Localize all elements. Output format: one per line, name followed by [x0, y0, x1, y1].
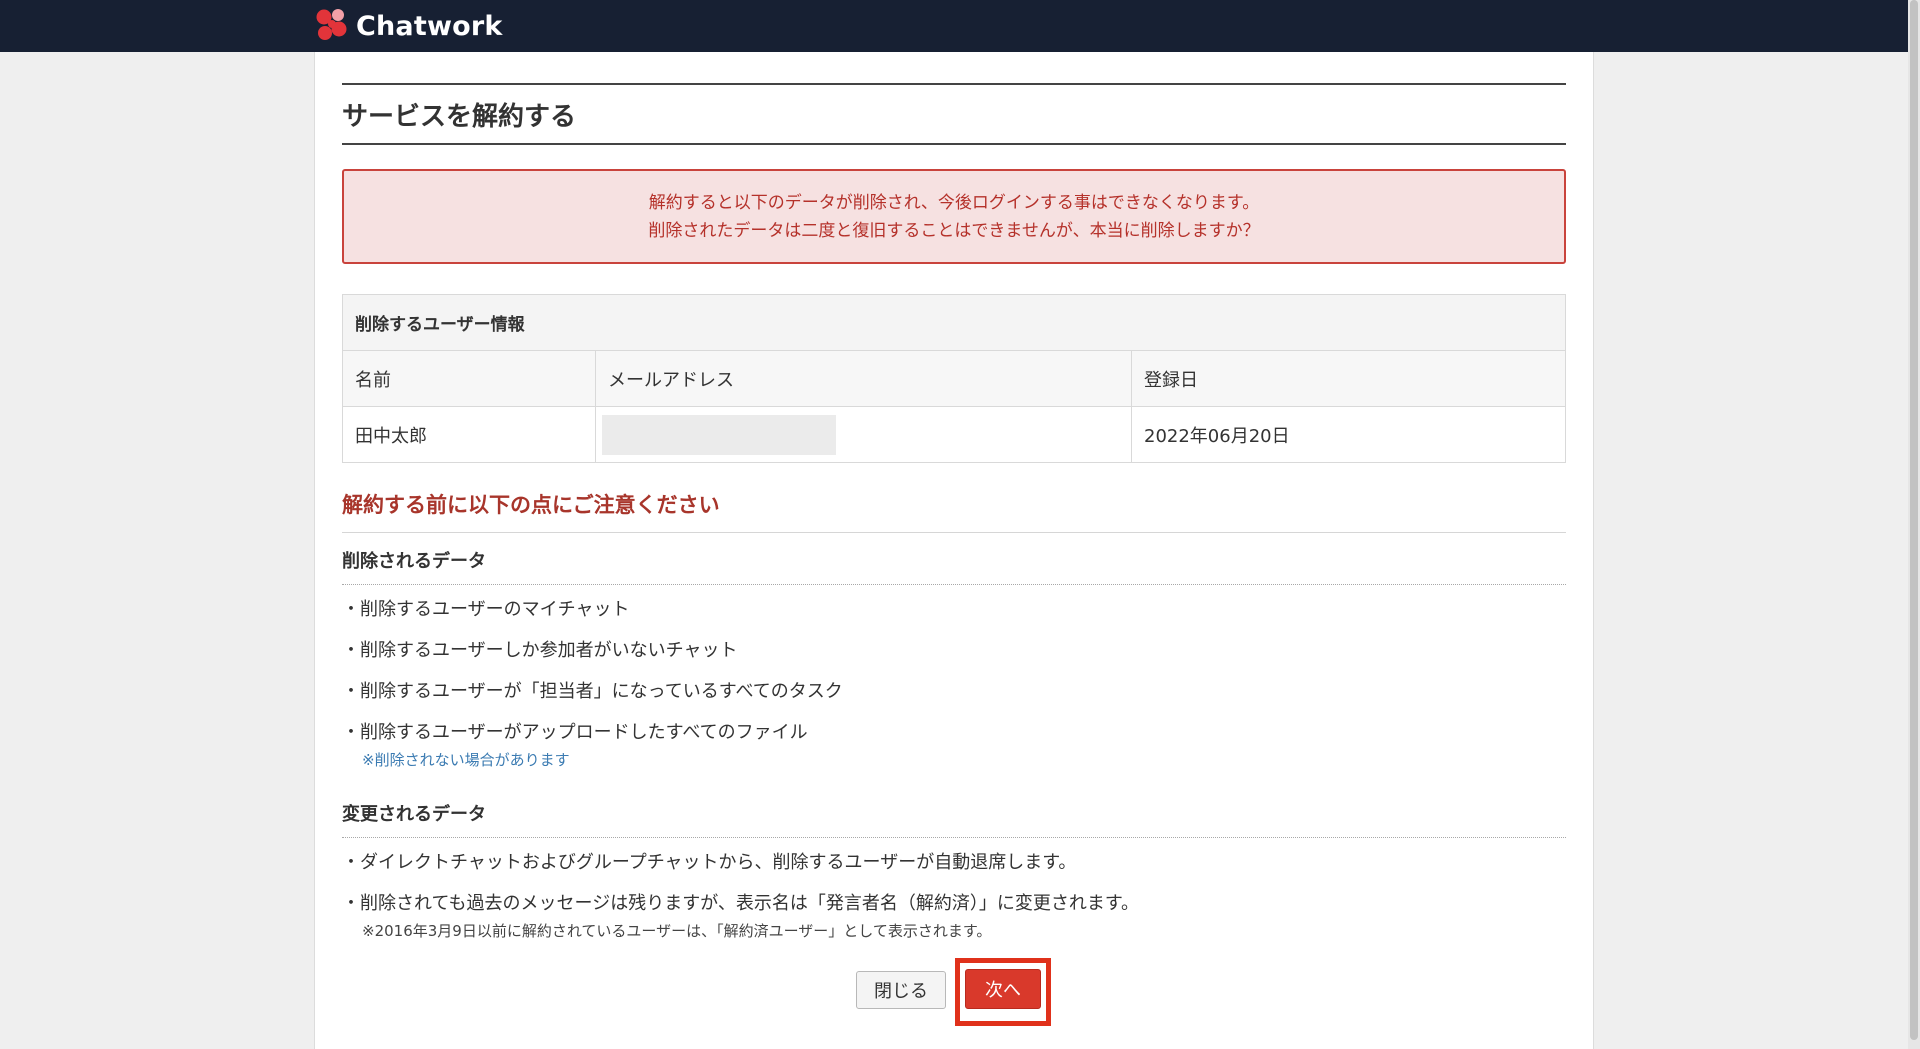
list-item: ・削除するユーザーのマイチャット: [342, 599, 630, 620]
deletion-exception-note[interactable]: ※削除されない場合があります: [362, 749, 1586, 770]
chatwork-logo[interactable]: Chatwork: [312, 6, 503, 46]
app-header: Chatwork: [0, 0, 1908, 52]
chatwork-flower-icon: [312, 4, 352, 48]
list-item: ・削除するユーザーしか参加者がいないチャット: [342, 640, 738, 661]
list-item: ・削除するユーザーがアップロードしたすべてのファイル: [342, 722, 808, 743]
user-info-table: 削除するユーザー情報 名前 メールアドレス 登録日 田中太郎 2022年06月2…: [342, 294, 1566, 463]
content-panel: サービスを解約する 解約すると以下のデータが削除され、今後ログインする事はできな…: [314, 52, 1594, 1049]
column-header-registered: 登録日: [1131, 350, 1566, 407]
user-name-cell: 田中太郎: [342, 406, 596, 463]
dotted-divider: [342, 837, 1566, 838]
list-item: ・削除されても過去のメッセージは残りますが、表示名は「発言者名（解約済）」に変更…: [342, 893, 1140, 914]
column-header-email: メールアドレス: [595, 350, 1132, 407]
table-row: 田中太郎 2022年06月20日: [342, 406, 1566, 463]
list-item: ・ダイレクトチャットおよびグループチャットから、削除するユーザーが自動退席します…: [342, 852, 1077, 873]
close-button[interactable]: 閉じる: [856, 971, 946, 1009]
column-header-name: 名前: [342, 350, 596, 407]
page-scrollbar[interactable]: [1908, 0, 1920, 1049]
dotted-divider: [342, 584, 1566, 585]
registered-date-cell: 2022年06月20日: [1131, 406, 1566, 463]
title-section: サービスを解約する: [342, 83, 1566, 145]
alert-line-1: 解約すると以下のデータが削除され、今後ログインする事はできなくなります。: [648, 193, 1260, 213]
caution-heading: 解約する前に以下の点にご注意ください: [342, 493, 720, 517]
legacy-user-note: ※2016年3月9日以前に解約されているユーザーは、「解約済ユーザー」として表示…: [362, 922, 992, 940]
user-email-cell: [595, 406, 1132, 463]
brand-name: Chatwork: [356, 10, 503, 42]
page-title: サービスを解約する: [342, 102, 577, 132]
delete-warning-alert: 解約すると以下のデータが削除され、今後ログインする事はできなくなります。 削除さ…: [342, 169, 1566, 264]
table-caption: 削除するユーザー情報: [342, 294, 1566, 351]
deleted-data-heading: 削除されるデータ: [342, 551, 486, 572]
divider: [342, 532, 1566, 533]
scrollbar-thumb[interactable]: [1910, 0, 1918, 1040]
changed-data-heading: 変更されるデータ: [342, 804, 486, 825]
list-item: ・削除するユーザーが「担当者」になっているすべてのタスク: [342, 681, 843, 702]
alert-line-2: 削除されたデータは二度と復旧することはできませんが、本当に削除しますか？: [648, 221, 1260, 241]
masked-email: [602, 414, 836, 455]
next-button[interactable]: 次へ: [965, 969, 1041, 1009]
